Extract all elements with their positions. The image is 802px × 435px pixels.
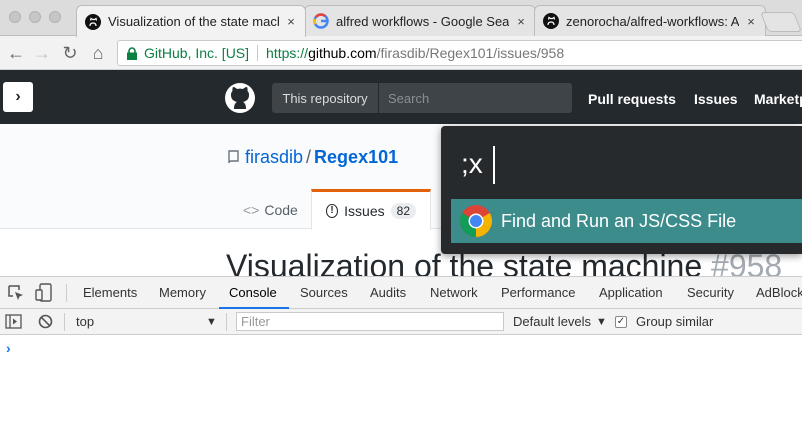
console-filter-input[interactable]: Filter (236, 312, 504, 331)
github-favicon-icon (543, 13, 559, 29)
group-similar-label: Group similar (636, 314, 714, 329)
issues-count-badge: 82 (390, 203, 416, 219)
nav-link-pull-requests[interactable]: Pull requests (588, 91, 676, 107)
alfred-result-item[interactable]: Find and Run an JS/CSS File (451, 199, 802, 243)
url-host: github.com (308, 45, 377, 61)
forward-arrow-icon[interactable]: → (32, 43, 52, 63)
device-toolbar-icon[interactable] (35, 283, 53, 303)
devtools-tab-audits[interactable]: Audits (370, 285, 406, 300)
text-caret (493, 146, 495, 184)
tab-issues[interactable]: ! Issues 82 (311, 189, 431, 230)
repo-title: firasdib / Regex101 (245, 147, 398, 168)
home-icon[interactable]: ⌂ (88, 43, 108, 63)
inspect-element-icon[interactable] (8, 285, 24, 301)
github-favicon-icon (85, 13, 101, 30)
devtools-tab-console[interactable]: Console (229, 285, 277, 300)
window-minimize-button[interactable] (29, 11, 41, 23)
new-tab-button[interactable] (759, 12, 802, 32)
devtools-tab-network[interactable]: Network (430, 285, 478, 300)
window-close-button[interactable] (9, 11, 21, 23)
clear-console-icon[interactable] (38, 314, 53, 329)
group-similar-checkbox[interactable]: ✓ (615, 316, 627, 328)
url-path: /firasdib/Regex101/issues/958 (376, 45, 565, 61)
alfred-launcher: ;x Find and Run an JS/CSS File (441, 126, 802, 254)
devtools-tab-application[interactable]: Application (599, 285, 663, 300)
devtools-tab-sources[interactable]: Sources (300, 285, 348, 300)
url-scheme: https:// (266, 45, 309, 61)
address-bar[interactable]: GitHub, Inc. [US] https:// github.com /f… (117, 40, 802, 66)
repo-separator: / (306, 147, 312, 167)
devtools-tab-security[interactable]: Security (687, 285, 734, 300)
console-toolbar: top ▼ Filter Default levels ▼ ✓ Group si… (0, 309, 802, 335)
alfred-result-label: Find and Run an JS/CSS File (501, 210, 737, 231)
tab-label: Code (264, 201, 298, 218)
omnibox-divider (257, 45, 259, 61)
tab-label: Issues (344, 203, 385, 219)
devtools-tab-performance[interactable]: Performance (501, 285, 575, 300)
tab-title: Visualization of the state machine (108, 14, 279, 29)
repo-owner-link[interactable]: firasdib (245, 147, 303, 167)
tab-code[interactable]: <> Code (243, 189, 298, 230)
search-input[interactable]: Search (379, 83, 572, 113)
context-selector[interactable]: top (76, 314, 94, 329)
toolbar-divider (226, 313, 227, 331)
github-logo-icon[interactable] (224, 82, 256, 114)
toolbar-divider (66, 284, 67, 302)
show-sidebar-icon[interactable] (5, 314, 22, 329)
search-scope-label[interactable]: This repository (272, 83, 378, 113)
lock-icon (127, 46, 137, 60)
repo-name-link[interactable]: Regex101 (314, 147, 398, 167)
tab-close-icon[interactable]: × (745, 14, 757, 29)
devtools-tab-elements[interactable]: Elements (83, 285, 137, 300)
console-prompt-icon[interactable]: › (6, 340, 11, 356)
browser-tab-alfred-workflows[interactable]: zenorocha/alfred-workflows: A × (534, 5, 766, 36)
nav-link-marketplace[interactable]: Marketplace (754, 91, 802, 107)
devtools-tab-memory[interactable]: Memory (159, 285, 206, 300)
back-arrow-icon[interactable]: ← (6, 43, 26, 63)
log-levels-dropdown[interactable]: Default levels (513, 314, 591, 329)
browser-toolbar: ← → ↻ ⌂ GitHub, Inc. [US] https:// githu… (0, 36, 802, 70)
reload-icon[interactable]: ↻ (60, 43, 80, 63)
window-zoom-button[interactable] (49, 11, 61, 23)
tab-title: zenorocha/alfred-workflows: A (566, 13, 739, 29)
site-identity[interactable]: GitHub, Inc. [US] (144, 45, 249, 61)
tab-title: alfred workflows - Google Search (336, 13, 509, 29)
browser-tab-strip: Visualization of the state machine × alf… (0, 0, 802, 37)
dropdown-arrow-icon[interactable]: ▼ (206, 316, 217, 328)
devtools-tabbar: Elements Memory Console Sources Audits N… (0, 276, 802, 309)
repo-icon (228, 150, 239, 164)
devtools-tab-adblock[interactable]: AdBlock (756, 285, 802, 300)
nav-link-issues[interactable]: Issues (694, 91, 738, 107)
alfred-query-input[interactable]: ;x (461, 148, 483, 180)
chevron-right-icon[interactable]: › (3, 82, 33, 112)
code-icon: <> (243, 201, 260, 218)
tab-close-icon[interactable]: × (515, 14, 527, 29)
tab-close-icon[interactable]: × (285, 14, 297, 29)
dropdown-arrow-icon[interactable]: ▼ (596, 316, 607, 328)
issue-opened-icon: ! (326, 204, 339, 218)
browser-tab-github-issue[interactable]: Visualization of the state machine × (76, 5, 306, 37)
browser-tab-google-search[interactable]: alfred workflows - Google Search × (304, 5, 536, 36)
google-favicon-icon (313, 13, 329, 29)
github-header: › This repository Search Pull requests I… (0, 70, 802, 124)
chrome-icon (460, 205, 492, 237)
toolbar-divider (64, 313, 65, 331)
